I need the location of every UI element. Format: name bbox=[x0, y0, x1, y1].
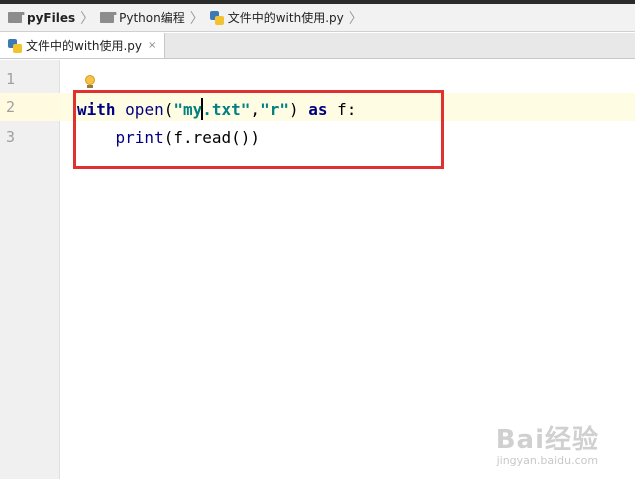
breadcrumb-label: 文件中的with使用.py bbox=[227, 11, 344, 25]
close-icon[interactable]: × bbox=[148, 40, 156, 51]
tab-file[interactable]: 文件中的with使用.py × bbox=[0, 33, 166, 58]
code-editor[interactable]: 1 2 3 with open("my.txt","r") as f: prin… bbox=[0, 60, 635, 479]
chevron-right-icon: 〉 bbox=[189, 10, 204, 27]
line-number: 1 bbox=[6, 70, 16, 88]
chevron-right-icon: 〉 bbox=[348, 10, 363, 27]
breadcrumb-label: Python编程 bbox=[119, 11, 185, 25]
breadcrumb: pyFiles 〉 Python编程 〉 文件中的with使用.py 〉 bbox=[0, 4, 635, 32]
annotation-highlight-box bbox=[73, 90, 444, 169]
lightbulb-icon[interactable] bbox=[84, 75, 96, 89]
line-number: 3 bbox=[6, 128, 16, 146]
breadcrumb-item-file[interactable]: 文件中的with使用.py bbox=[209, 4, 344, 31]
folder-icon bbox=[8, 12, 25, 23]
chevron-right-icon: 〉 bbox=[80, 10, 95, 27]
tab-label: 文件中的with使用.py bbox=[26, 39, 142, 53]
watermark-logo: Bai经验 bbox=[495, 425, 599, 455]
folder-icon bbox=[100, 12, 118, 23]
breadcrumb-item-python-folder[interactable]: Python编程 bbox=[100, 4, 185, 31]
line-number-gutter[interactable]: 1 2 3 bbox=[0, 60, 60, 479]
watermark: Bai经验 jingyan.baidu.com bbox=[496, 419, 599, 467]
python-file-icon bbox=[8, 38, 22, 53]
line-number: 2 bbox=[6, 98, 16, 116]
breadcrumb-item-pyfiles[interactable]: pyFiles bbox=[8, 4, 75, 31]
watermark-url: jingyan.baidu.com bbox=[496, 454, 599, 467]
breadcrumb-label: pyFiles bbox=[27, 10, 76, 25]
python-file-icon bbox=[209, 10, 224, 25]
editor-tabs: 文件中的with使用.py × bbox=[0, 33, 635, 59]
